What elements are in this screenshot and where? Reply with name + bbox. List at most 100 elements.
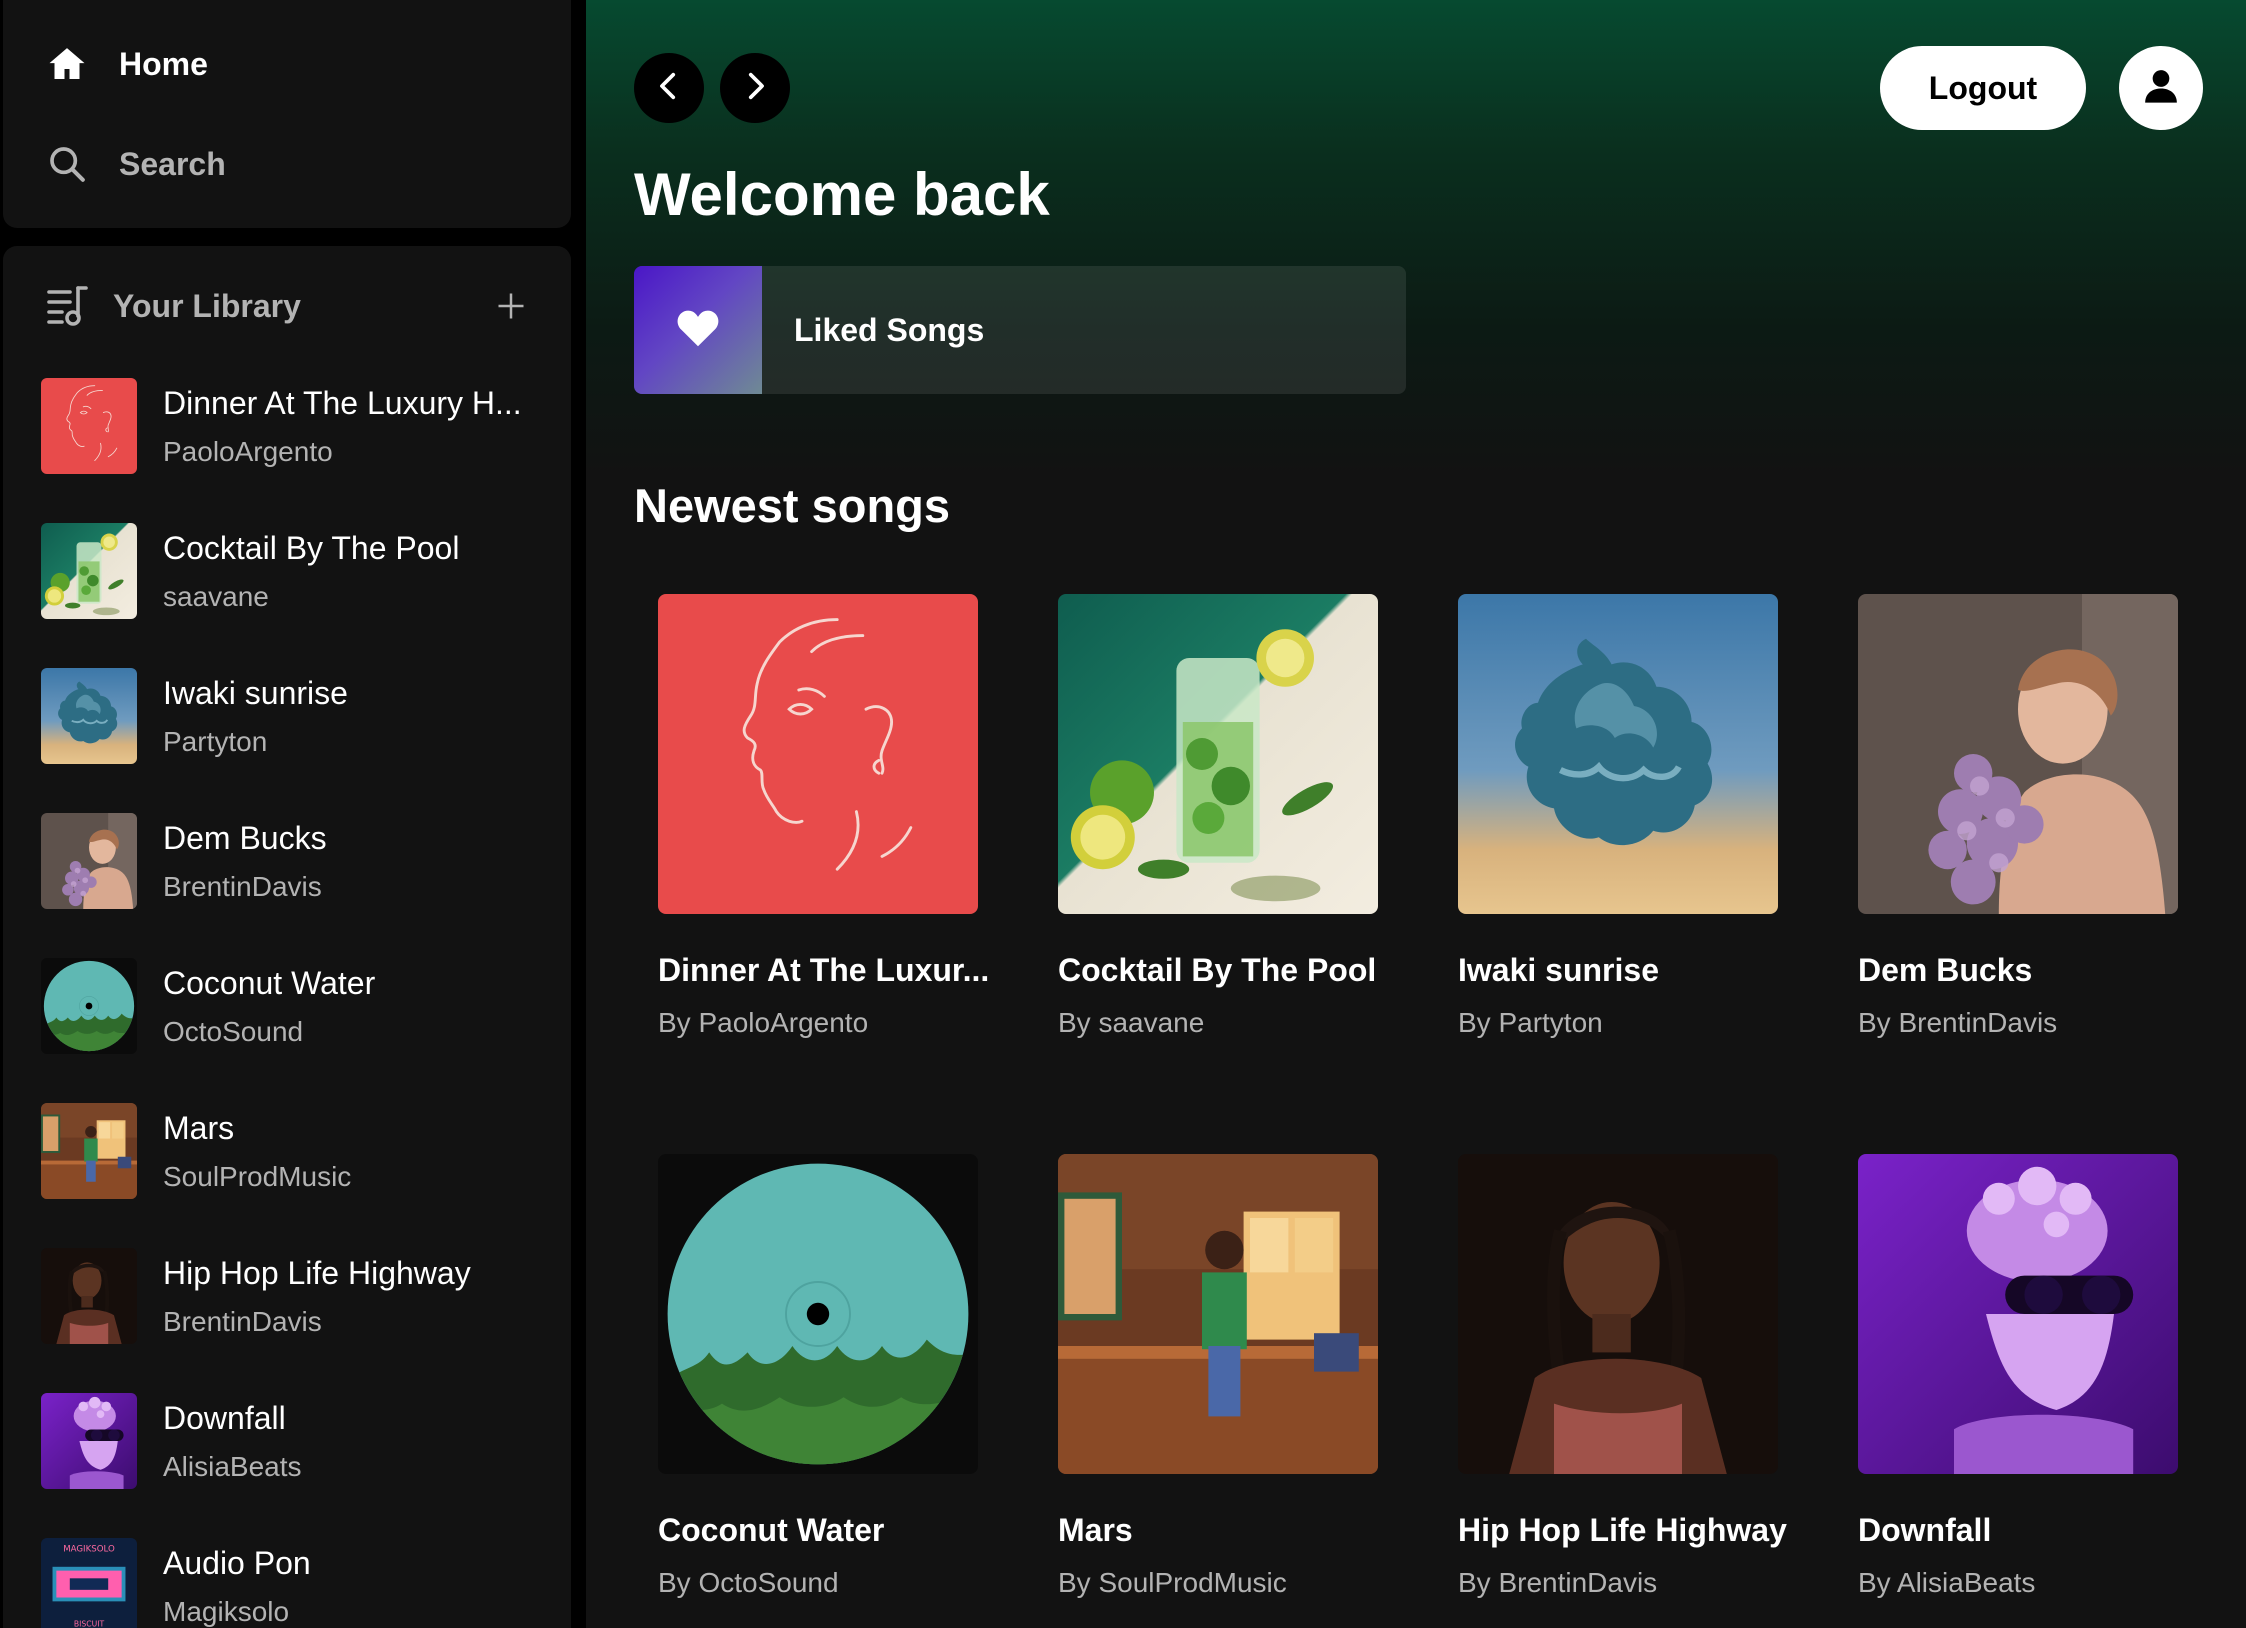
- song-title: Hip Hop Life Highway: [1458, 1512, 1787, 1548]
- nav-search-label: Search: [119, 145, 226, 182]
- song-card[interactable]: Coconut Water By OctoSound: [658, 1154, 978, 1599]
- library-item-text: Iwaki sunrise Partyton: [163, 675, 348, 758]
- user-icon: [2141, 66, 2181, 111]
- library-item-artist: BrentinDavis: [163, 1305, 322, 1337]
- library-item-name: Dem Bucks: [163, 819, 327, 856]
- back-button[interactable]: [634, 53, 704, 123]
- liked-songs-label: Liked Songs: [794, 311, 985, 348]
- nav-home[interactable]: Home: [45, 34, 208, 94]
- library-item-artist: Partyton: [163, 725, 268, 757]
- library-item-name: Iwaki sunrise: [163, 674, 348, 711]
- library-item-cover: [41, 378, 137, 474]
- library-item[interactable]: MAGIKSOLO BISCUIT Audio Pon Magiksolo: [41, 1536, 561, 1628]
- library-item[interactable]: Mars SoulProdMusic: [41, 1101, 561, 1201]
- svg-text:BISCUIT: BISCUIT: [74, 1619, 105, 1628]
- song-title: Iwaki sunrise: [1458, 952, 1659, 988]
- song-cover: [1058, 1154, 1378, 1474]
- song-title: Coconut Water: [658, 1512, 885, 1548]
- library-item-name: Audio Pon: [163, 1544, 311, 1581]
- library-item[interactable]: Hip Hop Life Highway BrentinDavis: [41, 1246, 561, 1346]
- library-title[interactable]: Your Library: [113, 288, 489, 325]
- library-item[interactable]: Iwaki sunrise Partyton: [41, 666, 561, 766]
- logout-button[interactable]: Logout: [1880, 46, 2086, 130]
- library-item-cover: MAGIKSOLO BISCUIT: [41, 1538, 137, 1628]
- plus-icon[interactable]: [489, 284, 533, 328]
- song-artist: By Partyton: [1458, 1007, 1603, 1038]
- library-item-text: Cocktail By The Pool saavane: [163, 530, 459, 613]
- library-item-name: Hip Hop Life Highway: [163, 1254, 471, 1291]
- section-title-newest: Newest songs: [634, 479, 951, 532]
- library-item-name: Dinner At The Luxury H...: [163, 384, 522, 421]
- song-card[interactable]: Iwaki sunrise By Partyton: [1458, 594, 1778, 1039]
- liked-songs-card[interactable]: Liked Songs: [634, 266, 1406, 394]
- song-card[interactable]: Cocktail By The Pool By saavane: [1058, 594, 1378, 1039]
- song-cover: [1858, 594, 2178, 914]
- library-item-text: Coconut Water OctoSound: [163, 965, 375, 1048]
- song-cover: [658, 1154, 978, 1474]
- song-artist: By OctoSound: [658, 1567, 839, 1598]
- library-item[interactable]: Downfall AlisiaBeats: [41, 1391, 561, 1491]
- song-card[interactable]: Downfall By AlisiaBeats: [1858, 1154, 2178, 1599]
- library-item-text: Mars SoulProdMusic: [163, 1110, 351, 1193]
- library-item-cover: [41, 958, 137, 1054]
- song-artist: By PaoloArgento: [658, 1007, 869, 1038]
- library-item-cover: [41, 1103, 137, 1199]
- song-cover: [658, 594, 978, 914]
- song-cover: [1858, 1154, 2178, 1474]
- library-item-name: Downfall: [163, 1399, 286, 1436]
- library-item-artist: Magiksolo: [163, 1595, 290, 1627]
- library-item[interactable]: Dinner At The Luxury H... PaoloArgento: [41, 376, 561, 476]
- song-artist: By SoulProdMusic: [1058, 1567, 1287, 1598]
- library-item-cover: [41, 813, 137, 909]
- library-item-name: Mars: [163, 1109, 235, 1146]
- song-cover: [1458, 594, 1778, 914]
- library-item-cover: [41, 523, 137, 619]
- song-card[interactable]: Dinner At The Luxur... By PaoloArgento: [658, 594, 990, 1039]
- library-item-artist: AlisiaBeats: [163, 1450, 302, 1482]
- library-icon[interactable]: [43, 281, 93, 331]
- song-artist: By BrentinDavis: [1458, 1567, 1658, 1598]
- library-item[interactable]: Dem Bucks BrentinDavis: [41, 811, 561, 911]
- user-menu-button[interactable]: [2119, 46, 2203, 130]
- library-item-name: Coconut Water: [163, 964, 376, 1001]
- nav-search[interactable]: Search: [45, 134, 226, 194]
- song-cover: [1058, 594, 1378, 914]
- song-card[interactable]: Dem Bucks By BrentinDavis: [1858, 594, 2178, 1039]
- song-card[interactable]: Mars By SoulProdMusic: [1058, 1154, 1378, 1599]
- library-header: Your Library: [43, 276, 533, 336]
- library-item-artist: saavane: [163, 580, 269, 612]
- song-artist: By AlisiaBeats: [1858, 1567, 2036, 1598]
- library-item-cover: [41, 668, 137, 764]
- song-cover: [1458, 1154, 1778, 1474]
- search-icon: [45, 142, 89, 186]
- library-item-artist: OctoSound: [163, 1015, 304, 1047]
- song-title: Dinner At The Luxur...: [658, 952, 990, 988]
- liked-songs-art: [634, 266, 762, 394]
- library-item-text: Dem Bucks BrentinDavis: [163, 820, 327, 903]
- svg-text:MAGIKSOLO: MAGIKSOLO: [63, 1544, 115, 1554]
- library-item-text: Dinner At The Luxury H... PaoloArgento: [163, 385, 522, 468]
- heart-icon: [675, 305, 721, 356]
- nav-home-label: Home: [119, 45, 208, 82]
- home-icon: [45, 42, 89, 86]
- library-item-name: Cocktail By The Pool: [163, 529, 460, 566]
- song-title: Downfall: [1858, 1512, 1992, 1548]
- library-item-text: Hip Hop Life Highway BrentinDavis: [163, 1255, 471, 1338]
- library-item-artist: SoulProdMusic: [163, 1160, 352, 1192]
- library-item-cover: [41, 1393, 137, 1489]
- library-item-cover: [41, 1248, 137, 1344]
- library-item[interactable]: Coconut Water OctoSound: [41, 956, 561, 1056]
- library-item-text: Audio Pon Magiksolo: [163, 1545, 311, 1628]
- library-item[interactable]: Cocktail By The Pool saavane: [41, 521, 561, 621]
- page-title: Welcome back: [634, 161, 1050, 228]
- sidebar-nav: Home Search: [3, 0, 571, 228]
- library-item-text: Downfall AlisiaBeats: [163, 1400, 302, 1483]
- song-title: Dem Bucks: [1858, 952, 2033, 988]
- forward-button[interactable]: [720, 53, 790, 123]
- chevron-right-icon: [738, 69, 772, 108]
- library-panel: Your Library Dinner At The Luxury H... Pa…: [3, 246, 571, 1628]
- song-card[interactable]: Hip Hop Life Highway By BrentinDavis: [1458, 1154, 1787, 1599]
- song-title: Mars: [1058, 1512, 1133, 1548]
- song-artist: By saavane: [1058, 1007, 1205, 1038]
- library-item-artist: PaoloArgento: [163, 435, 333, 467]
